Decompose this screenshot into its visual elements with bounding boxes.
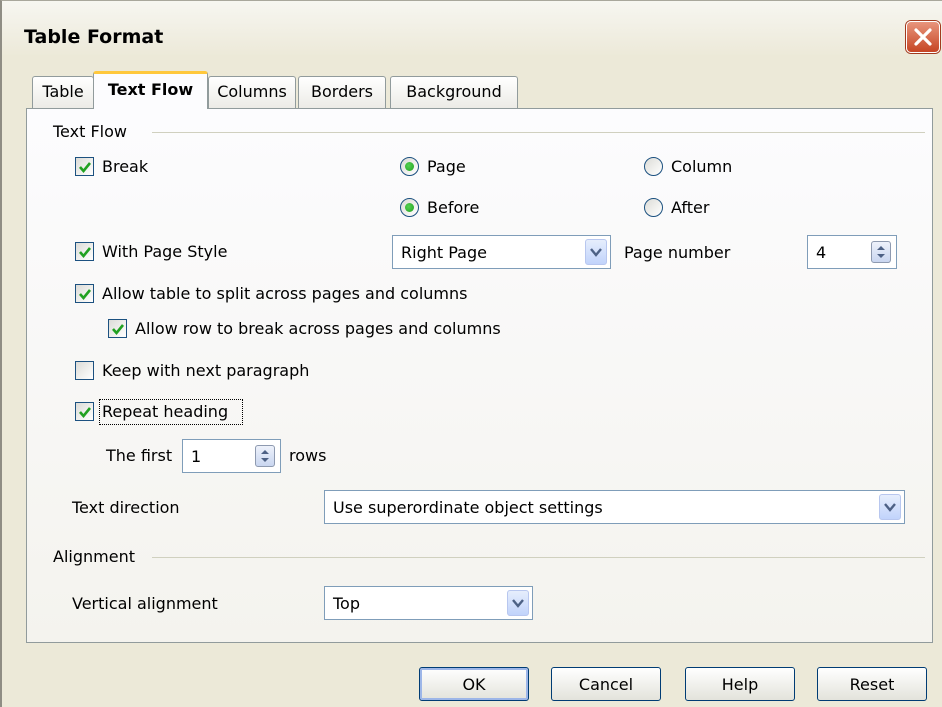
page-number-spinbox[interactable]: 4 [807,235,897,269]
repeat-heading-label: Repeat heading [102,402,229,421]
check-icon [79,289,92,301]
vertical-alignment-label: Vertical alignment [72,594,218,613]
page-number-value: 4 [816,243,827,262]
page-style-value: Right Page [401,243,487,262]
text-direction-value: Use superordinate object settings [333,498,603,517]
before-radio-label: Before [427,198,480,217]
allow-row-break-label: Allow row to break across pages and colu… [135,319,501,338]
the-first-label: The first [106,446,173,465]
after-radio[interactable] [644,198,663,217]
with-page-style-checkbox[interactable] [75,242,94,261]
text-direction-dropdown-button[interactable] [879,494,901,520]
panel-content: Text Flow Break Page Column Before After… [2,1,942,707]
vertical-alignment-value: Top [333,594,360,613]
allow-row-break-checkbox[interactable] [108,319,127,338]
column-radio[interactable] [644,157,663,176]
table-format-dialog: Table Format Table Text Flow Columns Bor… [0,0,942,707]
after-radio-label: After [671,198,710,217]
heading-rows-spinbox[interactable]: 1 [182,439,281,473]
spin-arrows-icon [261,450,269,462]
page-radio-label: Page [427,157,466,176]
heading-rows-value: 1 [191,447,202,466]
spin-arrows-icon [877,246,885,258]
page-style-dropdown[interactable]: Right Page [392,235,611,269]
check-icon [79,247,92,259]
text-direction-dropdown[interactable]: Use superordinate object settings [324,490,905,524]
chevron-down-icon [512,599,524,608]
column-radio-label: Column [671,157,733,176]
page-style-dropdown-button[interactable] [585,239,607,265]
page-number-spin-buttons[interactable] [871,241,891,263]
break-label: Break [102,157,149,176]
radio-dot [405,203,414,212]
text-direction-label: Text direction [72,498,180,517]
before-radio[interactable] [400,198,419,217]
check-icon [79,407,92,419]
page-number-label: Page number [624,243,731,262]
chevron-down-icon [590,248,602,257]
break-checkbox[interactable] [75,157,94,176]
alignment-separator [152,557,925,558]
vertical-alignment-dropdown-button[interactable] [507,590,529,616]
heading-rows-spin-buttons[interactable] [255,445,275,467]
keep-with-next-label: Keep with next paragraph [102,361,310,380]
page-radio[interactable] [400,157,419,176]
check-icon [79,162,92,174]
rows-label: rows [289,446,327,465]
with-page-style-label: With Page Style [102,242,228,261]
alignment-group-label: Alignment [53,547,135,566]
allow-split-label: Allow table to split across pages and co… [102,284,468,303]
vertical-alignment-dropdown[interactable]: Top [324,586,533,620]
check-icon [112,324,125,336]
chevron-down-icon [884,503,896,512]
repeat-heading-checkbox[interactable] [75,402,94,421]
text-flow-group-label: Text Flow [53,122,127,141]
radio-dot [405,162,414,171]
text-flow-separator [152,132,925,133]
allow-split-checkbox[interactable] [75,284,94,303]
keep-with-next-checkbox[interactable] [75,361,94,380]
